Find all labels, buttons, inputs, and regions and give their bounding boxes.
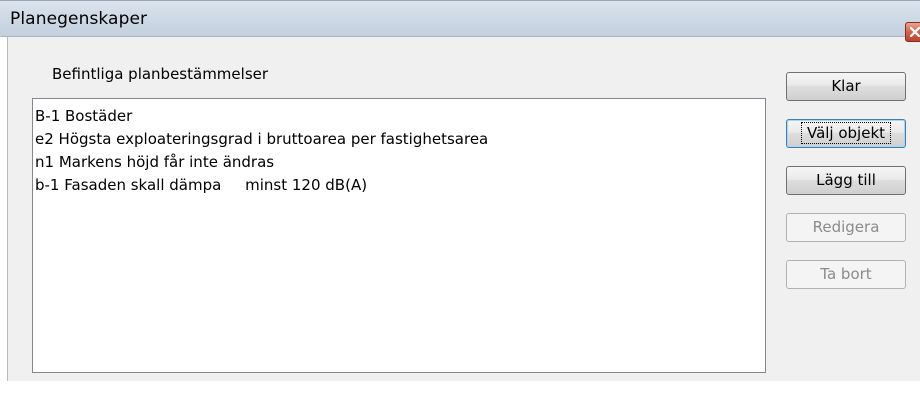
add-button-label: Lägg till — [816, 171, 876, 189]
close-icon — [910, 27, 920, 37]
list-item[interactable]: e2 Högsta exploateringsgrad i bruttoarea… — [35, 128, 765, 151]
done-button-label: Klar — [831, 77, 861, 95]
close-button[interactable] — [905, 22, 920, 42]
window-bottom-edge — [0, 381, 920, 393]
title-bar[interactable]: Planegenskaper — [0, 1, 920, 42]
dialog-window: Planegenskaper Befintliga planbestämmels… — [0, 0, 920, 393]
add-button[interactable]: Lägg till — [786, 166, 906, 195]
select-object-button-label: Välj objekt — [800, 122, 892, 144]
existing-regulations-label: Befintliga planbestämmelser — [52, 65, 269, 83]
edit-button-label: Redigera — [812, 218, 880, 236]
select-object-button[interactable]: Välj objekt — [786, 119, 906, 148]
window-title: Planegenskaper — [10, 9, 148, 29]
done-button[interactable]: Klar — [786, 72, 906, 101]
list-item[interactable]: n1 Markens höjd får inte ändras — [35, 151, 765, 174]
list-item[interactable]: B-1 Bostäder — [35, 105, 765, 128]
list-item[interactable]: b-1 Fasaden skall dämpa minst 120 dB(A) — [35, 174, 765, 197]
window-left-edge — [0, 37, 8, 393]
regulations-listbox[interactable]: B-1 Bostäder e2 Högsta exploateringsgrad… — [32, 98, 766, 373]
remove-button[interactable]: Ta bort — [786, 260, 906, 289]
edit-button[interactable]: Redigera — [786, 213, 906, 242]
remove-button-label: Ta bort — [820, 265, 872, 283]
